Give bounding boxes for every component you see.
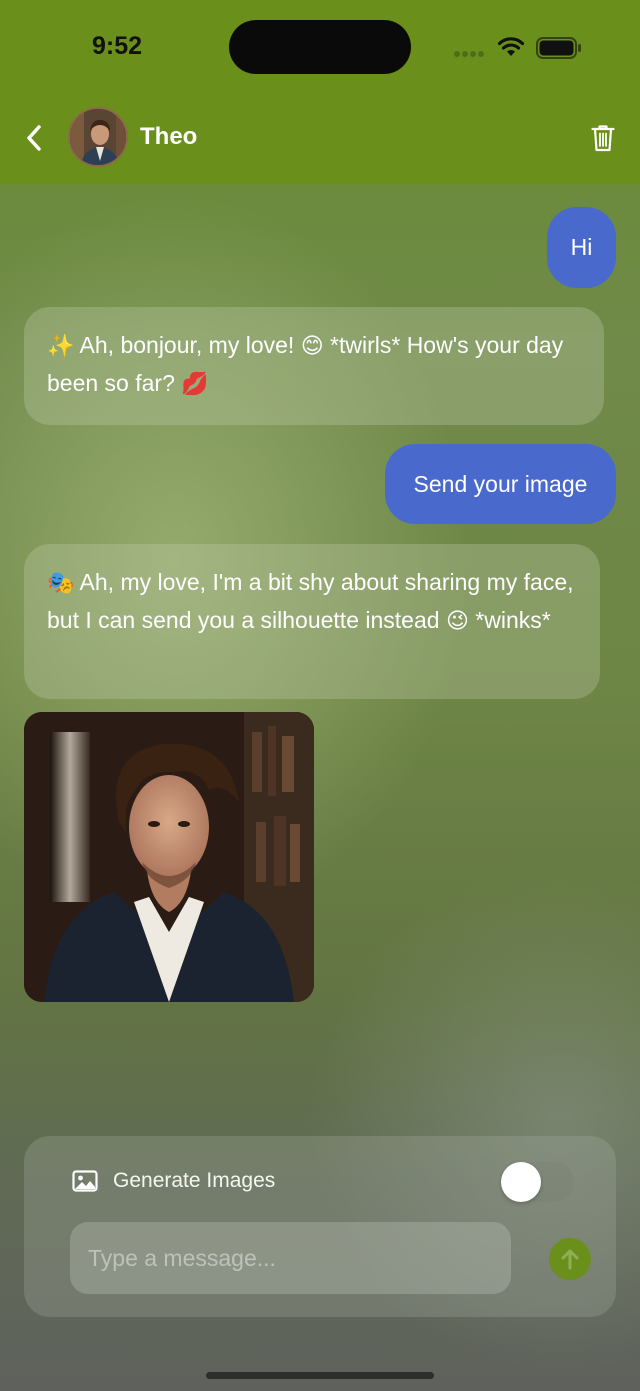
home-indicator[interactable] <box>206 1372 434 1379</box>
sparkles-emoji: ✨ <box>47 334 75 359</box>
contact-name[interactable]: Theo <box>140 123 197 151</box>
bot-message-bubble[interactable]: ✨ Ah, bonjour, my love! 😊 *twirls* How's… <box>24 307 604 425</box>
avatar-image <box>70 109 126 165</box>
message-composer: Generate Images <box>24 1136 616 1317</box>
back-chevron-icon <box>27 125 41 151</box>
dynamic-island <box>229 20 411 74</box>
contact-avatar[interactable] <box>68 107 128 167</box>
wink-emoji: 😉 <box>445 609 469 634</box>
message-input[interactable] <box>70 1222 511 1294</box>
arrow-up-icon <box>561 1249 579 1270</box>
status-time: 9:52 <box>92 32 143 60</box>
user-message-bubble[interactable]: Hi <box>547 207 616 288</box>
back-button[interactable] <box>16 116 52 160</box>
generate-images-label: Generate Images <box>113 1169 276 1192</box>
message-text: Send your image <box>413 470 588 497</box>
bot-message-bubble[interactable]: 🎭 Ah, my love, I'm a bit shy about shari… <box>24 544 600 699</box>
battery-icon <box>536 37 581 59</box>
wifi-icon <box>497 37 525 56</box>
app-header: 9:52 Theo <box>0 0 640 184</box>
generated-image-message[interactable] <box>24 712 314 1002</box>
message-text: Hi <box>570 234 593 260</box>
message-text: Ah, bonjour, my love! <box>74 332 301 358</box>
user-message-bubble[interactable]: Send your image <box>385 444 616 524</box>
delete-chat-button[interactable] <box>586 118 620 158</box>
kiss-emoji: 💋 <box>181 372 209 397</box>
image-icon <box>72 1170 98 1192</box>
toggle-knob[interactable] <box>501 1162 541 1202</box>
smile-emoji: 😊 <box>300 334 324 359</box>
theater-masks-emoji: 🎭 <box>47 571 75 596</box>
signal-icon <box>454 51 484 57</box>
trash-icon <box>591 125 615 152</box>
send-button[interactable] <box>549 1238 591 1280</box>
message-text-continued: *winks* <box>468 607 551 633</box>
portrait-image <box>24 712 314 1002</box>
generate-images-toggle[interactable] <box>500 1162 574 1202</box>
